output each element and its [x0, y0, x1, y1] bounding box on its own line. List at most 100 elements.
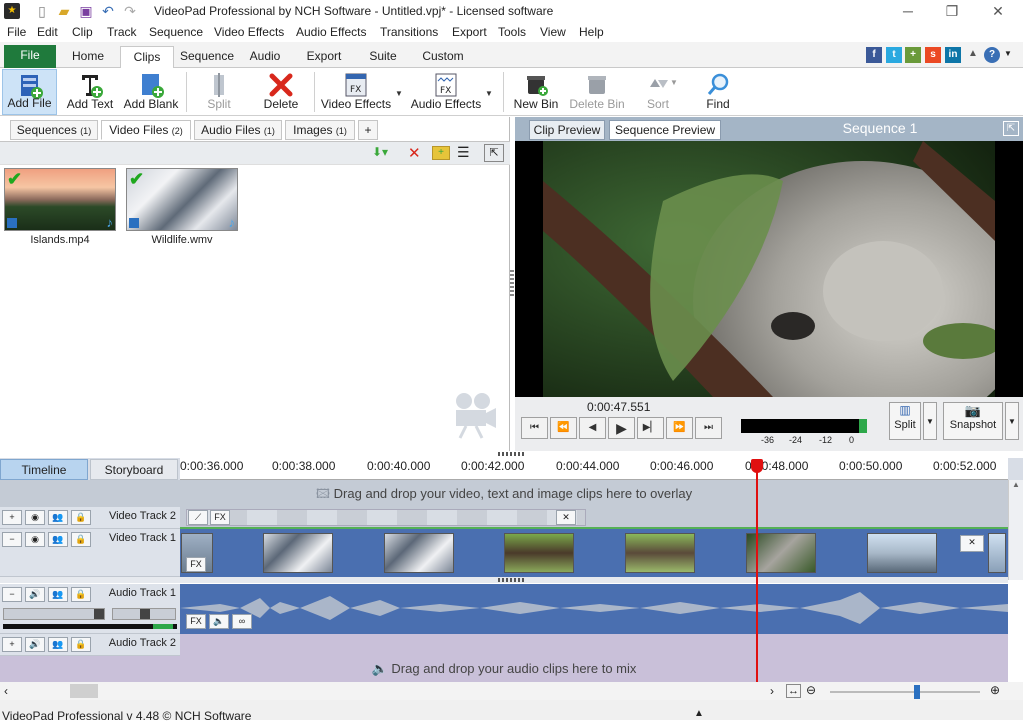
- undock-preview-icon[interactable]: ⇱: [1003, 121, 1019, 136]
- new-icon[interactable]: ▯: [34, 3, 50, 19]
- tab-storyboard[interactable]: Storyboard: [90, 459, 178, 480]
- pan-thumb[interactable]: [140, 609, 150, 619]
- zoom-thumb[interactable]: [914, 685, 920, 699]
- playhead[interactable]: [756, 460, 758, 682]
- media-thumb-islands[interactable]: ✔ ♪: [4, 168, 116, 231]
- next-frame-icon[interactable]: ⏩: [666, 417, 693, 439]
- sort-dropdown-icon[interactable]: ▼: [670, 78, 678, 87]
- scroll-left-icon[interactable]: ‹: [4, 684, 8, 698]
- audio-track-2-lane[interactable]: [180, 634, 1008, 656]
- zoom-slider[interactable]: [830, 691, 980, 693]
- add-to-sequence-icon[interactable]: ⬇▾: [372, 145, 400, 163]
- volume-slider[interactable]: [3, 608, 105, 620]
- google-plus-icon[interactable]: +: [905, 47, 921, 63]
- add-bin-tab-button[interactable]: +: [358, 120, 378, 140]
- audio-effects-button[interactable]: FX Audio Effects: [408, 69, 484, 115]
- save-icon[interactable]: ▣: [78, 3, 94, 19]
- timeline-vscroll[interactable]: ▲: [1008, 480, 1023, 580]
- remove-clip-icon[interactable]: ✕: [408, 144, 421, 162]
- menu-track[interactable]: Track: [107, 25, 137, 39]
- add-text-button[interactable]: Add Text: [62, 69, 118, 115]
- pan-slider[interactable]: [112, 608, 176, 620]
- tab-home[interactable]: Home: [64, 46, 112, 68]
- transition-icon[interactable]: ✕: [960, 535, 984, 552]
- help-icon[interactable]: ?: [984, 47, 1000, 63]
- volume-thumb[interactable]: [94, 609, 104, 619]
- add-blank-button[interactable]: Add Blank: [122, 69, 180, 115]
- add-file-button[interactable]: Add File: [2, 69, 57, 115]
- group-icon[interactable]: 👥: [48, 637, 68, 652]
- find-button[interactable]: Find: [696, 69, 740, 115]
- linkedin-icon[interactable]: in: [945, 47, 961, 63]
- menu-file[interactable]: File: [7, 25, 26, 39]
- collapse-track-icon[interactable]: −: [2, 587, 22, 602]
- audio-drop-zone[interactable]: 🔈 Drag and drop your audio clips here to…: [0, 656, 1008, 682]
- group-icon[interactable]: 👥: [48, 587, 68, 602]
- crop-icon[interactable]: ⟋: [188, 510, 208, 525]
- add-track-icon[interactable]: +: [2, 637, 22, 652]
- play-icon[interactable]: ▶: [608, 417, 635, 439]
- bin-tab-sequences[interactable]: Sequences (1): [10, 120, 98, 140]
- step-forward-icon[interactable]: ▶▏: [637, 417, 664, 439]
- speaker-icon[interactable]: 🔊: [25, 587, 45, 602]
- skip-start-icon[interactable]: ⏮: [521, 417, 548, 439]
- facebook-icon[interactable]: f: [866, 47, 882, 63]
- collapse-ribbon-icon[interactable]: ▲: [968, 48, 978, 59]
- track-splitter[interactable]: [498, 578, 524, 582]
- list-view-icon[interactable]: ☰: [457, 144, 470, 161]
- speaker-icon[interactable]: 🔊: [25, 637, 45, 652]
- menu-audio-effects[interactable]: Audio Effects: [296, 25, 367, 39]
- media-thumb-wildlife[interactable]: ✔ ♪: [126, 168, 238, 231]
- transition-icon[interactable]: ✕: [556, 510, 576, 525]
- timeline-ruler[interactable]: 0:00:36.000 0:00:38.000 0:00:40.000 0:00…: [180, 458, 1008, 480]
- menu-clip[interactable]: Clip: [72, 25, 93, 39]
- delete-button[interactable]: Delete: [256, 69, 306, 115]
- fx-badge[interactable]: FX: [186, 614, 206, 629]
- link-icon[interactable]: ∞: [232, 614, 252, 629]
- lock-icon[interactable]: 🔒: [71, 532, 91, 547]
- open-icon[interactable]: ▰: [56, 3, 72, 19]
- tab-custom[interactable]: Custom: [418, 46, 468, 68]
- tab-export[interactable]: Export: [300, 46, 348, 68]
- expand-panel-icon[interactable]: ▲: [694, 708, 704, 719]
- tab-sequence[interactable]: Sequence: [178, 46, 236, 68]
- audio-track-1-lane[interactable]: FX 🔈 ∞: [180, 584, 1008, 634]
- video-clip-thumb[interactable]: [384, 533, 454, 573]
- video-clip-thumb[interactable]: [867, 533, 937, 573]
- zoom-out-icon[interactable]: ⊖: [806, 683, 816, 697]
- bin-tab-video-files[interactable]: Video Files (2): [101, 120, 191, 140]
- sort-button[interactable]: Sort: [632, 69, 684, 115]
- menu-view[interactable]: View: [540, 25, 566, 39]
- skip-end-icon[interactable]: ⏭: [695, 417, 722, 439]
- split-dropdown-icon[interactable]: ▼: [923, 402, 937, 440]
- lock-icon[interactable]: 🔒: [71, 637, 91, 652]
- video-effects-button[interactable]: FX Video Effects: [318, 69, 394, 115]
- menu-export[interactable]: Export: [452, 25, 487, 39]
- redo-icon[interactable]: ↷: [122, 3, 138, 19]
- menu-sequence[interactable]: Sequence: [149, 25, 203, 39]
- video-clip-thumb[interactable]: [625, 533, 695, 573]
- group-icon[interactable]: 👥: [48, 510, 68, 525]
- video-clip-thumb[interactable]: [263, 533, 333, 573]
- help-dropdown-icon[interactable]: ▼: [1004, 49, 1012, 58]
- playhead-handle[interactable]: [751, 459, 763, 473]
- visibility-eye-icon[interactable]: ◉: [25, 532, 45, 547]
- fit-timeline-icon[interactable]: ↔: [786, 684, 801, 698]
- lock-icon[interactable]: 🔒: [71, 510, 91, 525]
- split-button[interactable]: Split: [194, 69, 244, 115]
- menu-transitions[interactable]: Transitions: [380, 25, 438, 39]
- minimize-icon[interactable]: ─: [896, 2, 920, 20]
- new-bin-button[interactable]: New Bin: [512, 69, 560, 115]
- tab-audio[interactable]: Audio: [244, 46, 286, 68]
- collapse-track-icon[interactable]: −: [2, 532, 22, 547]
- menu-video-effects[interactable]: Video Effects: [214, 25, 284, 39]
- snapshot-button[interactable]: 📷 Snapshot: [943, 402, 1003, 440]
- video-clip-thumb[interactable]: [504, 533, 574, 573]
- video-clip-thumb[interactable]: [988, 533, 1006, 573]
- tab-clips[interactable]: Clips: [120, 46, 174, 68]
- step-back-icon[interactable]: ◀: [579, 417, 606, 439]
- menu-tools[interactable]: Tools: [498, 25, 526, 39]
- tab-suite[interactable]: Suite: [362, 46, 404, 68]
- lock-icon[interactable]: 🔒: [71, 587, 91, 602]
- stumbleupon-icon[interactable]: s: [925, 47, 941, 63]
